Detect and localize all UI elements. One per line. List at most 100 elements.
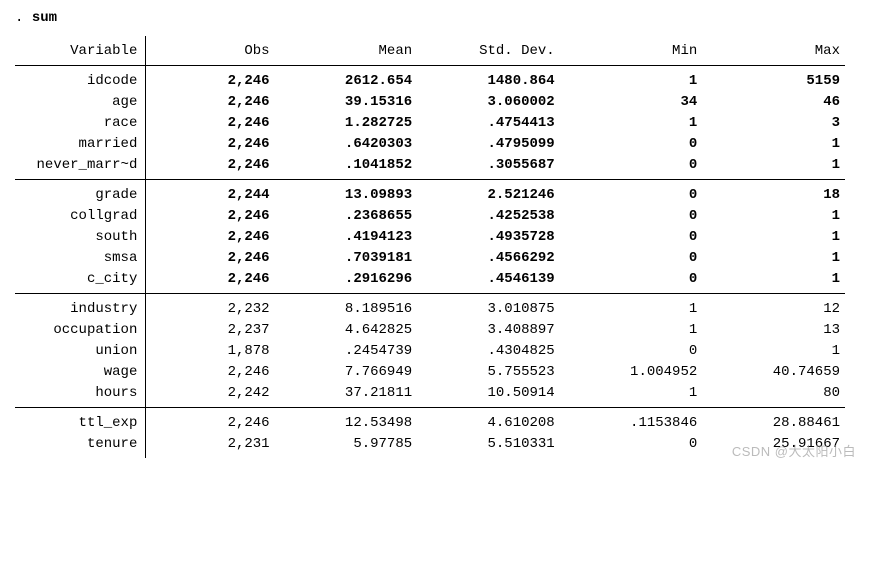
cell-mean: 39.15316: [270, 91, 413, 112]
cell-variable: tenure: [15, 433, 146, 454]
cell-variable: industry: [15, 298, 146, 319]
cell-min: 0: [555, 133, 698, 154]
cell-obs: 2,246: [147, 412, 269, 433]
table-row: tenure2,2315.977855.510331025.91667: [15, 433, 845, 454]
cell-mean: 37.21811: [270, 382, 413, 403]
cell-sd: 5.510331: [412, 433, 555, 454]
cell-max: 80: [697, 382, 845, 403]
cell-variable: hours: [15, 382, 146, 403]
header-obs: Obs: [147, 40, 269, 61]
cell-max: 18: [697, 184, 845, 205]
cell-min: 34: [555, 91, 698, 112]
cell-min: 1: [555, 382, 698, 403]
cell-max: 13: [697, 319, 845, 340]
table-row: collgrad2,246.2368655.425253801: [15, 205, 845, 226]
cell-variable: race: [15, 112, 146, 133]
cell-mean: 4.642825: [270, 319, 413, 340]
cell-sd: .4935728: [412, 226, 555, 247]
cell-sd: 2.521246: [412, 184, 555, 205]
cell-mean: .1041852: [270, 154, 413, 175]
cell-variable: never_marr~d: [15, 154, 146, 175]
table-row: race2,2461.282725.475441313: [15, 112, 845, 133]
cell-obs: 1,878: [147, 340, 269, 361]
command-text: sum: [32, 10, 57, 26]
cell-obs: 2,246: [147, 154, 269, 175]
cell-max: 1: [697, 268, 845, 289]
cell-obs: 2,246: [147, 268, 269, 289]
cell-variable: married: [15, 133, 146, 154]
cell-mean: 1.282725: [270, 112, 413, 133]
header-min: Min: [555, 40, 698, 61]
cell-sd: .4754413: [412, 112, 555, 133]
cell-sd: .4566292: [412, 247, 555, 268]
cell-min: 0: [555, 184, 698, 205]
cell-obs: 2,246: [147, 205, 269, 226]
cell-min: 0: [555, 226, 698, 247]
table-row: wage2,2467.7669495.7555231.00495240.7465…: [15, 361, 845, 382]
cell-mean: .7039181: [270, 247, 413, 268]
cell-sd: 3.060002: [412, 91, 555, 112]
table-row: grade2,24413.098932.521246018: [15, 184, 845, 205]
cell-mean: 5.97785: [270, 433, 413, 454]
table-row: smsa2,246.7039181.456629201: [15, 247, 845, 268]
header-sd: Std. Dev.: [412, 40, 555, 61]
cell-sd: .4304825: [412, 340, 555, 361]
cell-variable: grade: [15, 184, 146, 205]
cell-min: 0: [555, 247, 698, 268]
cell-mean: .2916296: [270, 268, 413, 289]
cell-sd: 3.010875: [412, 298, 555, 319]
command-line: . sum: [15, 10, 856, 26]
cell-min: 0: [555, 433, 698, 454]
cell-mean: 13.09893: [270, 184, 413, 205]
cell-max: 1: [697, 133, 845, 154]
cell-variable: union: [15, 340, 146, 361]
table-row: occupation2,2374.6428253.408897113: [15, 319, 845, 340]
cell-variable: ttl_exp: [15, 412, 146, 433]
cell-max: 28.88461: [697, 412, 845, 433]
header-variable: Variable: [15, 40, 146, 61]
cell-obs: 2,246: [147, 91, 269, 112]
cell-obs: 2,232: [147, 298, 269, 319]
cell-min: 0: [555, 205, 698, 226]
table-row: never_marr~d2,246.1041852.305568701: [15, 154, 845, 175]
cell-mean: 8.189516: [270, 298, 413, 319]
cell-min: 1: [555, 112, 698, 133]
cell-obs: 2,244: [147, 184, 269, 205]
cell-obs: 2,246: [147, 226, 269, 247]
cell-obs: 2,246: [147, 112, 269, 133]
cell-max: 12: [697, 298, 845, 319]
table-row: ttl_exp2,24612.534984.610208.115384628.8…: [15, 412, 845, 433]
cell-max: 1: [697, 340, 845, 361]
cell-max: 46: [697, 91, 845, 112]
cell-variable: age: [15, 91, 146, 112]
header-max: Max: [697, 40, 845, 61]
cell-mean: .6420303: [270, 133, 413, 154]
command-prompt: .: [15, 10, 32, 26]
cell-max: 1: [697, 154, 845, 175]
cell-min: .1153846: [555, 412, 698, 433]
cell-obs: 2,246: [147, 133, 269, 154]
cell-min: 0: [555, 340, 698, 361]
cell-obs: 2,242: [147, 382, 269, 403]
cell-max: 3: [697, 112, 845, 133]
table-row: c_city2,246.2916296.454613901: [15, 268, 845, 289]
table-row: south2,246.4194123.493572801: [15, 226, 845, 247]
cell-variable: south: [15, 226, 146, 247]
table-row: idcode2,2462612.6541480.86415159: [15, 70, 845, 91]
cell-mean: 2612.654: [270, 70, 413, 91]
cell-mean: 12.53498: [270, 412, 413, 433]
cell-max: 40.74659: [697, 361, 845, 382]
cell-max: 1: [697, 247, 845, 268]
cell-obs: 2,246: [147, 247, 269, 268]
cell-sd: .3055687: [412, 154, 555, 175]
summary-table: VariableObsMeanStd. Dev.MinMaxidcode2,24…: [15, 36, 845, 458]
table-row: age2,24639.153163.0600023446: [15, 91, 845, 112]
table-row: married2,246.6420303.479509901: [15, 133, 845, 154]
cell-variable: occupation: [15, 319, 146, 340]
cell-variable: wage: [15, 361, 146, 382]
cell-sd: 3.408897: [412, 319, 555, 340]
table-row: hours2,24237.2181110.50914180: [15, 382, 845, 403]
cell-mean: 7.766949: [270, 361, 413, 382]
cell-sd: 1480.864: [412, 70, 555, 91]
cell-sd: .4546139: [412, 268, 555, 289]
